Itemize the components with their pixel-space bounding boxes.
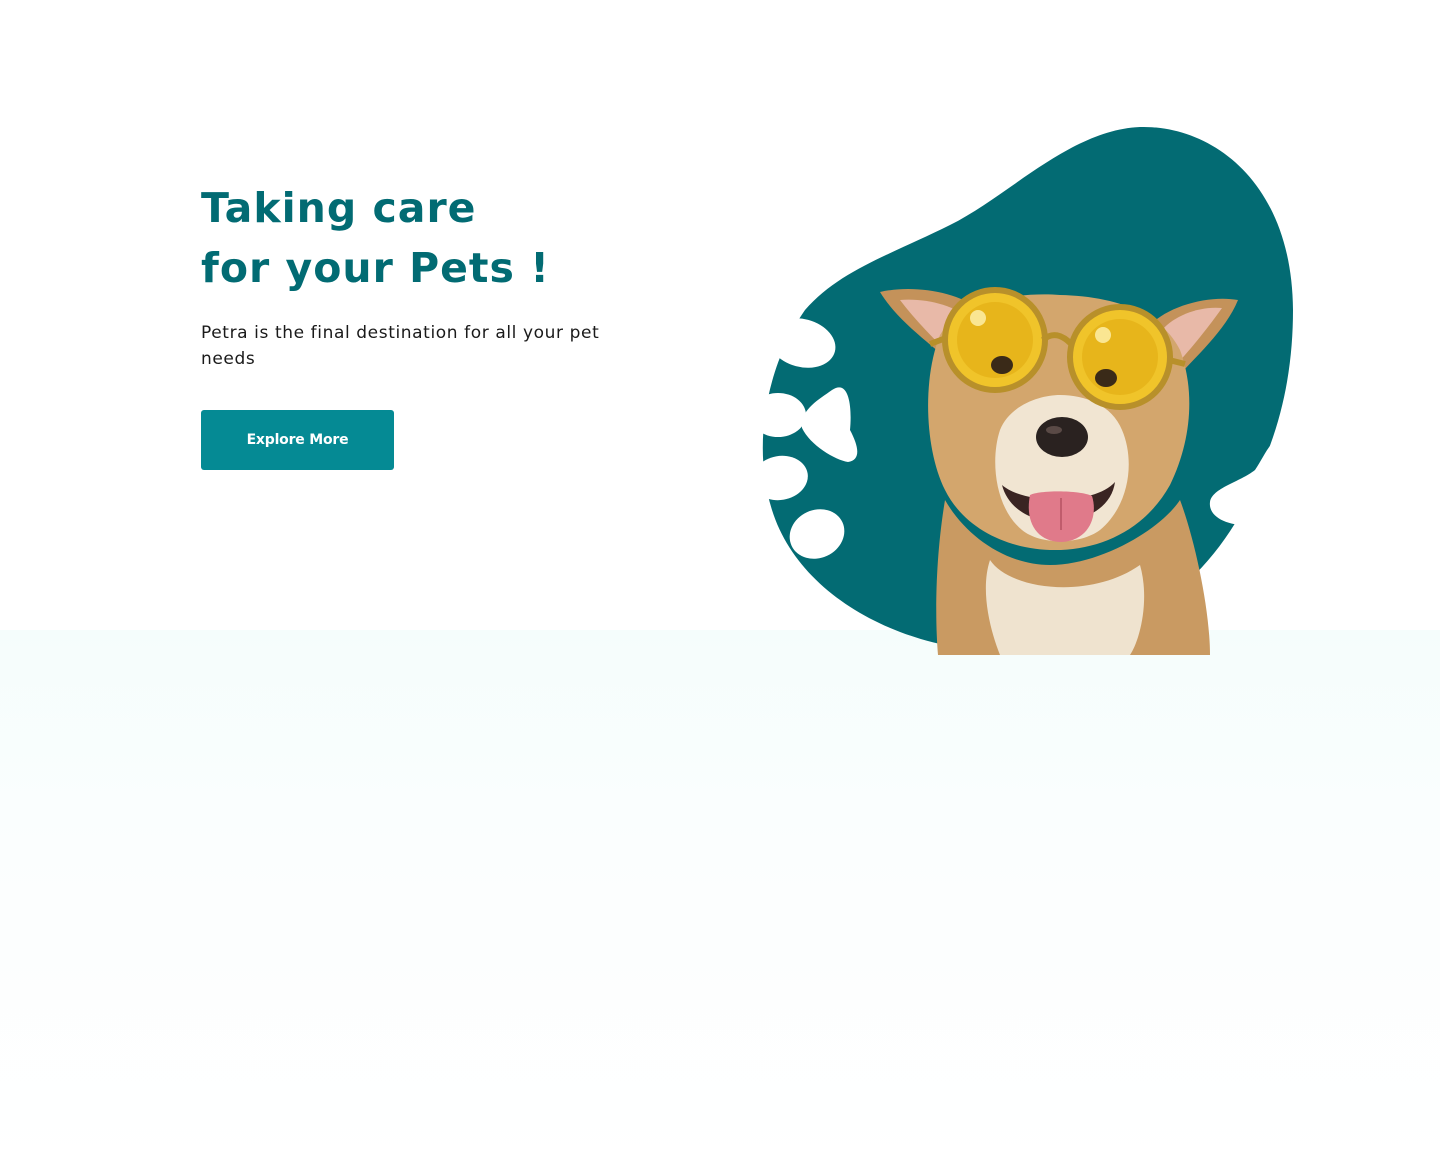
hero-title-line-2: for your Pets !	[201, 244, 550, 292]
dog-nose-highlight	[1046, 426, 1062, 434]
paw-cutout	[750, 393, 806, 437]
hero-subtitle: Petra is the final destination for all y…	[201, 323, 600, 369]
lower-section-background	[0, 630, 1440, 1167]
dog-illustration	[750, 126, 1320, 655]
hero-text-block: Taking care for your Pets ! Petra is the…	[201, 178, 671, 372]
explore-more-button[interactable]: Explore More	[201, 410, 394, 470]
dog-left-eye	[991, 356, 1013, 374]
hero-title: Taking care for your Pets !	[201, 178, 671, 298]
glasses-right-glint	[1095, 327, 1111, 343]
dog-nose	[1036, 417, 1088, 457]
hero-title-line-1: Taking care	[201, 184, 477, 232]
dog-right-eye	[1095, 369, 1117, 387]
hero-illustration	[740, 110, 1320, 670]
glasses-right-lens-inner	[1082, 319, 1158, 395]
glasses-right-arm	[1168, 357, 1186, 367]
glasses-left-glint	[970, 310, 986, 326]
hero-section: Taking care for your Pets ! Petra is the…	[0, 0, 1440, 700]
